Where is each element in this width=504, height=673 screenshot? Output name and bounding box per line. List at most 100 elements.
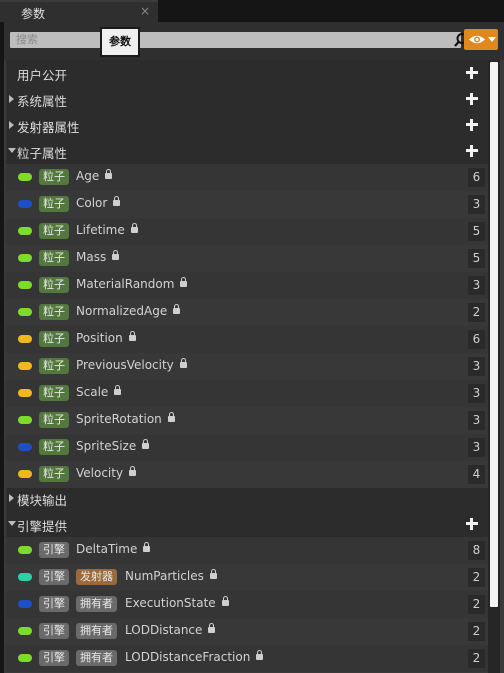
lock-icon	[208, 623, 216, 633]
parameter-name[interactable]: ExecutionState	[125, 596, 229, 610]
namespace-tag: 粒子	[39, 277, 69, 293]
reference-count: 8	[468, 541, 485, 560]
close-icon[interactable]: ×	[140, 4, 150, 18]
parameter-row[interactable]: 引擎 DeltaTime 8	[6, 537, 488, 564]
category-emitter[interactable]: 发射器属性	[6, 112, 488, 139]
scrollbar-thumb[interactable]	[490, 62, 498, 607]
category-label: 发射器属性	[17, 120, 80, 135]
parameter-row[interactable]: 引擎 拥有者 LODDistance 2	[6, 618, 488, 645]
tab-title: 参数	[21, 7, 46, 21]
namespace-tag: 引擎	[39, 569, 69, 585]
parameter-name[interactable]: Age	[76, 169, 113, 183]
search-placeholder: 搜索	[16, 33, 38, 46]
parameter-row[interactable]: 粒子 Lifetime 5	[6, 218, 488, 245]
parameter-name[interactable]: SpriteRotation	[76, 412, 175, 426]
category-module-outputs[interactable]: 模块输出	[6, 485, 488, 512]
reference-count: 5	[468, 249, 485, 268]
category-user-exposed[interactable]: 用户公开	[6, 60, 488, 87]
parameter-name[interactable]: NumParticles	[125, 569, 217, 583]
type-color-icon	[18, 600, 32, 608]
add-icon[interactable]	[464, 516, 480, 532]
parameter-name-text: NumParticles	[125, 569, 204, 583]
parameter-row[interactable]: 粒子 Mass 5	[6, 245, 488, 272]
add-icon[interactable]	[464, 65, 480, 81]
parameter-row[interactable]: 引擎 拥有者 LODDistanceFraction 2	[6, 645, 488, 672]
lock-icon	[105, 169, 113, 179]
sub-namespace-tag: 拥有者	[76, 650, 117, 666]
parameter-name-text: MaterialRandom	[76, 277, 175, 291]
reference-count: 2	[468, 649, 485, 668]
parameter-row[interactable]: 粒子 SpriteSize 3	[6, 434, 488, 461]
parameter-row[interactable]: 粒子 Velocity 4	[6, 461, 488, 488]
category-system[interactable]: 系统属性	[6, 86, 488, 113]
collapse-arrow-icon[interactable]	[8, 521, 16, 526]
parameter-name[interactable]: LODDistanceFraction	[125, 650, 264, 664]
parameter-name[interactable]: Position	[76, 331, 136, 345]
parameter-name[interactable]: NormalizedAge	[76, 304, 181, 318]
type-color-icon	[18, 308, 32, 316]
namespace-tag: 粒子	[39, 385, 69, 401]
parameter-name[interactable]: PreviousVelocity	[76, 358, 187, 372]
expand-arrow-icon[interactable]	[9, 494, 14, 502]
category-label: 粒子属性	[17, 146, 68, 161]
namespace-tag: 粒子	[39, 412, 69, 428]
reference-count: 3	[468, 276, 485, 295]
type-color-icon	[18, 254, 32, 262]
parameter-name[interactable]: MaterialRandom	[76, 277, 188, 291]
add-icon[interactable]	[464, 117, 480, 133]
parameter-row[interactable]: 粒子 Age 6	[6, 164, 488, 191]
category-particle[interactable]: 粒子属性	[6, 138, 488, 165]
parameter-name[interactable]: Scale	[76, 385, 122, 399]
parameter-row[interactable]: 粒子 SpriteRotation 3	[6, 407, 488, 434]
namespace-tag: 粒子	[39, 250, 69, 266]
parameter-name-text: NormalizedAge	[76, 304, 168, 318]
type-color-icon	[18, 389, 32, 397]
namespace-tag: 粒子	[39, 169, 69, 185]
parameter-name[interactable]: DeltaTime	[76, 542, 151, 556]
parameter-row[interactable]: 粒子 Color 3	[6, 191, 488, 218]
parameter-row[interactable]: 粒子 PreviousVelocity 3	[6, 353, 488, 380]
parameter-name[interactable]: Velocity	[76, 466, 137, 480]
expand-arrow-icon[interactable]	[9, 121, 14, 129]
parameter-row[interactable]: 粒子 Position 6	[6, 326, 488, 353]
visibility-dropdown-button[interactable]	[464, 29, 498, 50]
parameter-name-text: SpriteRotation	[76, 412, 162, 426]
category-label: 用户公开	[17, 68, 68, 83]
parameter-row[interactable]: 引擎 拥有者 ExecutionState 2	[6, 591, 488, 618]
search-input[interactable]: 搜索	[10, 32, 468, 48]
parameter-name-text: SpriteSize	[76, 439, 137, 453]
namespace-tag: 粒子	[39, 196, 69, 212]
parameter-row[interactable]: 引擎 发射器 NumParticles 2	[6, 564, 488, 591]
type-color-icon	[18, 173, 32, 181]
category-label: 模块输出	[17, 493, 68, 508]
parameter-name[interactable]: LODDistance	[125, 623, 216, 637]
reference-count: 2	[468, 303, 485, 322]
sub-namespace-tag: 拥有者	[76, 596, 117, 612]
type-color-icon	[18, 627, 32, 635]
namespace-tag: 引擎	[39, 596, 69, 612]
lock-icon	[129, 466, 137, 476]
lock-icon	[256, 650, 264, 660]
lock-icon	[130, 223, 138, 233]
reference-count: 5	[468, 222, 485, 241]
parameter-row[interactable]: 粒子 Scale 3	[6, 380, 488, 407]
parameter-row[interactable]: 粒子 MaterialRandom 3	[6, 272, 488, 299]
type-color-icon	[18, 654, 32, 662]
reference-count: 2	[468, 568, 485, 587]
parameter-name[interactable]: Lifetime	[76, 223, 138, 237]
expand-arrow-icon[interactable]	[9, 95, 14, 103]
collapse-arrow-icon[interactable]	[8, 148, 16, 153]
tab-parameters[interactable]: 参数 ×	[0, 0, 158, 22]
category-engine[interactable]: 引擎提供	[6, 511, 488, 538]
parameter-row[interactable]: 粒子 NormalizedAge 2	[6, 299, 488, 326]
parameter-name[interactable]: Mass	[76, 250, 120, 264]
parameter-name[interactable]: Color	[76, 196, 121, 210]
parameter-name-text: Mass	[76, 250, 107, 264]
parameter-name[interactable]: SpriteSize	[76, 439, 150, 453]
parameter-name-text: ExecutionState	[125, 596, 216, 610]
lock-icon	[128, 331, 136, 341]
add-icon[interactable]	[464, 91, 480, 107]
add-icon[interactable]	[464, 143, 480, 159]
namespace-tag: 引擎	[39, 650, 69, 666]
lock-icon	[142, 439, 150, 449]
